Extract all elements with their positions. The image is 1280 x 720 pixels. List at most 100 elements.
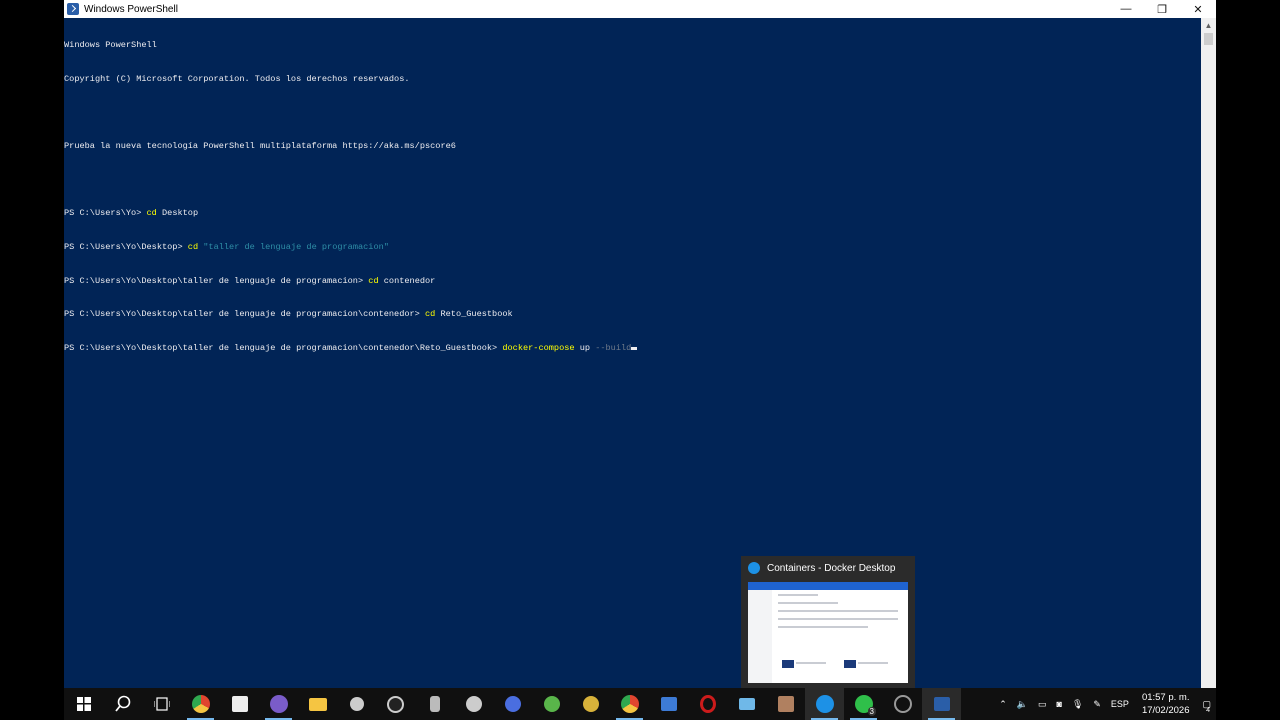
app-icon-5 (504, 696, 521, 712)
taskbar-app-2[interactable] (376, 688, 415, 720)
taskbar-app-8[interactable] (649, 688, 688, 720)
title-bar[interactable]: Windows PowerShell — ❐ ✕ (64, 0, 1216, 18)
docker-desktop-thumbnail[interactable]: Containers - Docker Desktop (741, 556, 915, 688)
preview-line (778, 594, 818, 596)
taskbar-app-11[interactable] (883, 688, 922, 720)
search-button[interactable] (103, 688, 142, 720)
language-indicator[interactable]: ESP (1111, 699, 1129, 709)
taskbar-file-explorer[interactable] (298, 688, 337, 720)
taskbar-app-5[interactable] (493, 688, 532, 720)
taskbar-whatsapp[interactable]: 3 (844, 688, 883, 720)
prompt: PS C:\Users\Yo> (64, 208, 147, 219)
clock-date: 17/02/2026 (1141, 705, 1190, 716)
volume-icon[interactable]: 🔈 (1017, 699, 1028, 710)
argument: Reto_Guestbook (435, 309, 513, 320)
command-line: PS C:\Users\Yo\Desktop> cd "taller de le… (64, 242, 1201, 253)
close-button[interactable]: ✕ (1180, 0, 1216, 18)
clock-time: 01:57 p. m. (1141, 692, 1190, 703)
whatsapp-badge: 3 (867, 707, 876, 716)
taskbar-chat-app[interactable] (259, 688, 298, 720)
preview-block (782, 660, 794, 668)
app-icon-9 (738, 698, 755, 710)
taskbar-powershell[interactable] (922, 688, 961, 720)
taskbar-app-7[interactable] (571, 688, 610, 720)
thumbnail-preview[interactable] (748, 582, 908, 683)
search-icon (114, 695, 130, 712)
command-line: PS C:\Users\Yo\Desktop\taller de lenguaj… (64, 276, 1201, 287)
taskbar-app-1[interactable] (337, 688, 376, 720)
show-hidden-icons-chevron-icon[interactable]: ⌃ (999, 699, 1007, 710)
command-line-current[interactable]: PS C:\Users\Yo\Desktop\taller de lenguaj… (64, 343, 1201, 354)
taskbar: 3 ⌃ 🔈 ▭ ◙ 🎙 ✎ ESP 01:57 p. m. 17/02/2026… (64, 688, 1216, 720)
task-view-icon (153, 697, 170, 711)
app-icon-7 (582, 696, 599, 712)
banner-line (64, 108, 1201, 119)
banner-line: Prueba la nueva tecnología PowerShell mu… (64, 141, 456, 152)
argument-flag: --build (590, 342, 632, 353)
pen-icon[interactable]: ✎ (1093, 699, 1101, 710)
powershell-icon (67, 3, 79, 15)
preview-line (778, 610, 898, 612)
command-line: PS C:\Users\Yo> cd Desktop (64, 208, 1201, 219)
command: cd (425, 309, 436, 320)
taskbar-app-6[interactable] (532, 688, 571, 720)
taskbar-terminal-app[interactable] (220, 688, 259, 720)
opera-icon (699, 695, 716, 713)
argument: Desktop (156, 208, 199, 219)
command-line: PS C:\Users\Yo\Desktop\taller de lenguaj… (64, 309, 1201, 320)
taskbar-chrome-2[interactable] (610, 688, 649, 720)
start-button[interactable] (64, 688, 103, 720)
terminal-output[interactable]: Windows PowerShell Copyright (C) Microso… (64, 18, 1201, 688)
preview-header (748, 582, 908, 590)
terminal-app-icon (231, 696, 248, 712)
docker-icon (748, 562, 760, 574)
camera-icon[interactable]: ◙ (1057, 699, 1062, 709)
minimize-button[interactable]: — (1108, 0, 1144, 18)
powershell-icon (933, 697, 950, 711)
app-icon-6 (543, 696, 560, 712)
preview-line (858, 662, 888, 664)
taskbar-opera[interactable] (688, 688, 727, 720)
taskbar-app-4[interactable] (454, 688, 493, 720)
banner-line: Copyright (C) Microsoft Corporation. Tod… (64, 74, 410, 84)
taskbar-chrome[interactable] (181, 688, 220, 720)
preview-block (844, 660, 856, 668)
task-view-button[interactable] (142, 688, 181, 720)
chat-app-icon (269, 695, 288, 713)
scroll-up-arrow-icon[interactable]: ▲ (1201, 18, 1216, 33)
banner-line: Windows PowerShell (64, 40, 157, 51)
window-controls: — ❐ ✕ (1108, 0, 1216, 18)
notification-count: 4 (1206, 706, 1210, 714)
app-icon-3 (429, 696, 440, 712)
command: docker-compose (502, 342, 575, 353)
start-icon (76, 697, 91, 711)
prompt: PS C:\Users\Yo\Desktop\taller de lenguaj… (64, 275, 369, 286)
preview-line (778, 626, 868, 628)
taskbar-docker-desktop[interactable] (805, 688, 844, 720)
chrome-icon (191, 695, 210, 713)
preview-line (796, 662, 826, 664)
prompt: PS C:\Users\Yo\Desktop\taller de lenguaj… (64, 342, 503, 353)
preview-line (778, 602, 838, 604)
vertical-scrollbar[interactable]: ▲ (1201, 18, 1216, 688)
app-icon-2 (387, 695, 404, 713)
scroll-thumb[interactable] (1204, 33, 1213, 45)
taskbar-app-10[interactable] (766, 688, 805, 720)
network-icon[interactable]: ▭ (1038, 699, 1047, 710)
app-icon-11 (893, 695, 912, 713)
restore-button[interactable]: ❐ (1144, 0, 1180, 18)
taskbar-app-9[interactable] (727, 688, 766, 720)
app-icon-8 (660, 697, 677, 711)
taskbar-app-3[interactable] (415, 688, 454, 720)
argument: contenedor (378, 275, 436, 286)
system-tray: ⌃ 🔈 ▭ ◙ 🎙 ✎ ESP 01:57 p. m. 17/02/2026 ▢… (994, 688, 1216, 720)
banner-line (64, 175, 1201, 186)
prompt: PS C:\Users\Yo\Desktop\taller de lenguaj… (64, 309, 425, 320)
text-cursor (631, 346, 638, 350)
command: cd (187, 241, 199, 252)
notifications-icon[interactable]: ▢ 4 (1202, 699, 1211, 714)
clock[interactable]: 01:57 p. m. 17/02/2026 (1142, 691, 1190, 717)
command: cd (146, 208, 157, 219)
microphone-icon[interactable]: 🎙 (1072, 699, 1083, 710)
argument: "taller de lenguaje de programacion" (198, 241, 389, 252)
